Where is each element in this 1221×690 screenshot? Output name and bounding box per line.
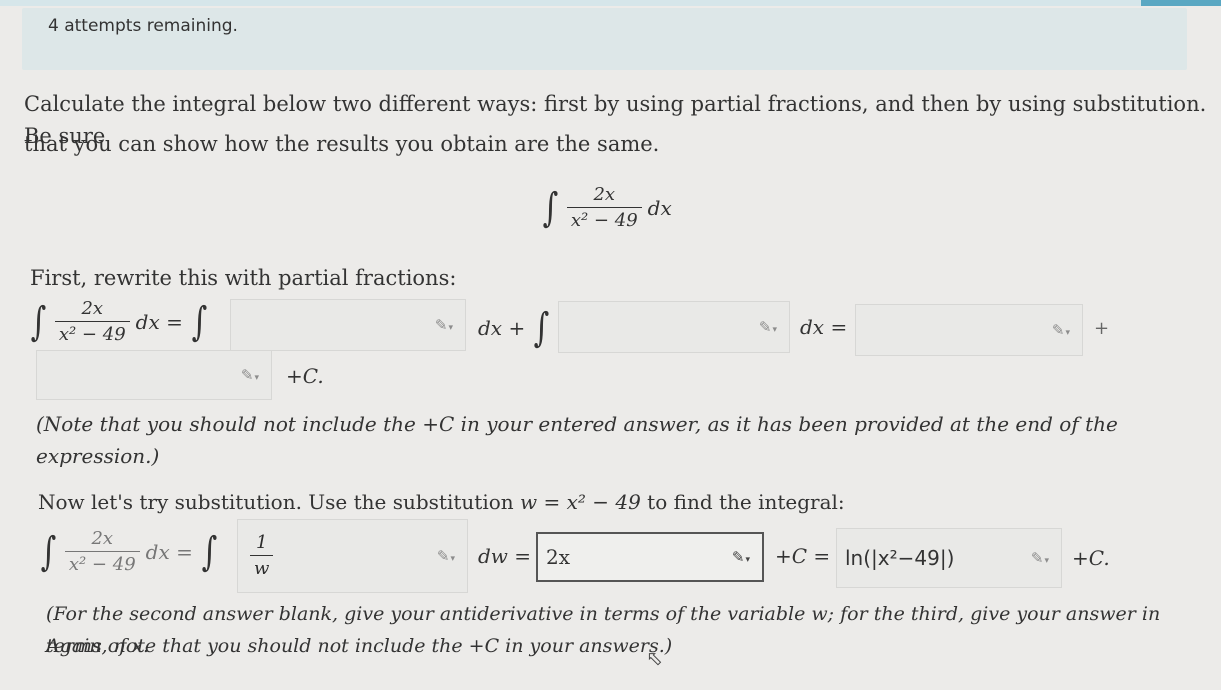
substitution-lhs-fraction: 2x x² − 49 — [64, 528, 140, 575]
substitution-answer-box-3[interactable]: ln(|x²−49|) ✎▾ — [836, 528, 1062, 588]
main-fraction: 2x x² − 49 — [566, 184, 642, 231]
note-1: (Note that you should not include the +C… — [36, 412, 1118, 468]
substitution-lhs-denominator: x² − 49 — [64, 551, 140, 575]
integral-sign: ∫ — [40, 528, 57, 575]
pencil-icon[interactable]: ✎▾ — [241, 366, 259, 384]
substitution-heading-pre: Now let's try substitution. Use the subs… — [38, 490, 514, 514]
attempts-text: 4 attempts remaining. — [48, 16, 238, 36]
mouse-cursor-icon: ⬁ — [646, 646, 663, 670]
note-2-line-2: Again, note that you should not include … — [46, 635, 673, 657]
pencil-icon[interactable]: ✎▾ — [437, 547, 455, 565]
substitution-lhs-dx: dx = — [145, 539, 193, 564]
partial-lhs-dx: dx = — [135, 309, 183, 334]
substitution-end: +C. — [1072, 546, 1110, 570]
attempts-banner: 4 attempts remaining. — [22, 8, 1187, 70]
substitution-rhs-fraction: 1 w — [250, 532, 274, 579]
substitution-lhs: ∫ 2x x² − 49 dx = ∫ — [38, 528, 220, 575]
pencil-icon[interactable]: ✎▾ — [759, 318, 777, 336]
substitution-heading: Now let's try substitution. Use the subs… — [38, 486, 845, 518]
partial-plus-c: +C. — [286, 364, 324, 388]
partial-answer-box-3[interactable]: ✎▾ — [855, 304, 1083, 356]
main-denominator: x² − 49 — [566, 207, 642, 231]
partial-mid: dx + ∫ — [478, 308, 552, 348]
partial-answer-box-4[interactable]: ✎▾ — [36, 350, 272, 400]
substitution-rhs-denominator: w — [250, 555, 274, 579]
pencil-icon[interactable]: ✎▾ — [435, 316, 453, 334]
main-dx: dx — [647, 195, 672, 220]
pencil-icon[interactable]: ✎▾ — [1031, 549, 1049, 567]
substitution-heading-math: w = x² − 49 — [520, 490, 641, 514]
substitution-answer-box-1[interactable]: 1 w ✎▾ — [237, 519, 468, 593]
partial-answer-box-1[interactable]: ✎▾ — [230, 299, 466, 351]
partial-mid-dx: dx + — [478, 316, 526, 340]
substitution-answer-box-2[interactable]: 2x ✎▾ — [536, 532, 764, 582]
substitution-plus-c-eq: +C = — [775, 544, 831, 568]
top-accent-bar — [0, 0, 1221, 6]
partial-lhs-denominator: x² − 49 — [54, 321, 130, 345]
substitution-dw: dw = — [478, 544, 532, 568]
partial-lhs-fraction: 2x x² − 49 — [54, 298, 130, 345]
substitution-answer-3-value: ln(|x²−49|) — [845, 546, 955, 570]
partial-lhs-numerator: 2x — [81, 298, 104, 319]
partial-end-dx: dx = — [800, 315, 848, 339]
plus-sign: + — [1094, 318, 1110, 339]
integral-sign: ∫ — [30, 298, 47, 345]
partial-heading: First, rewrite this with partial fractio… — [30, 266, 457, 290]
integral-sign: ∫ — [533, 305, 550, 351]
intro-line-2: that you can show how the results you ob… — [24, 132, 660, 156]
pencil-icon[interactable]: ✎▾ — [732, 548, 750, 566]
substitution-answer-2-value: 2x — [546, 545, 571, 569]
integral-sign: ∫ — [191, 298, 208, 345]
substitution-lhs-numerator: 2x — [91, 528, 114, 549]
main-numerator: 2x — [593, 184, 616, 205]
main-integral: ∫ 2x x² − 49 dx — [540, 184, 672, 231]
pencil-icon[interactable]: ✎▾ — [1052, 321, 1070, 339]
substitution-rhs-numerator: 1 — [255, 532, 268, 553]
partial-lhs: ∫ 2x x² − 49 dx = ∫ — [28, 298, 210, 345]
partial-answer-box-2[interactable]: ✎▾ — [558, 301, 790, 353]
integral-sign: ∫ — [542, 184, 559, 231]
integral-sign: ∫ — [201, 528, 218, 575]
substitution-heading-post: to find the integral: — [647, 490, 845, 514]
